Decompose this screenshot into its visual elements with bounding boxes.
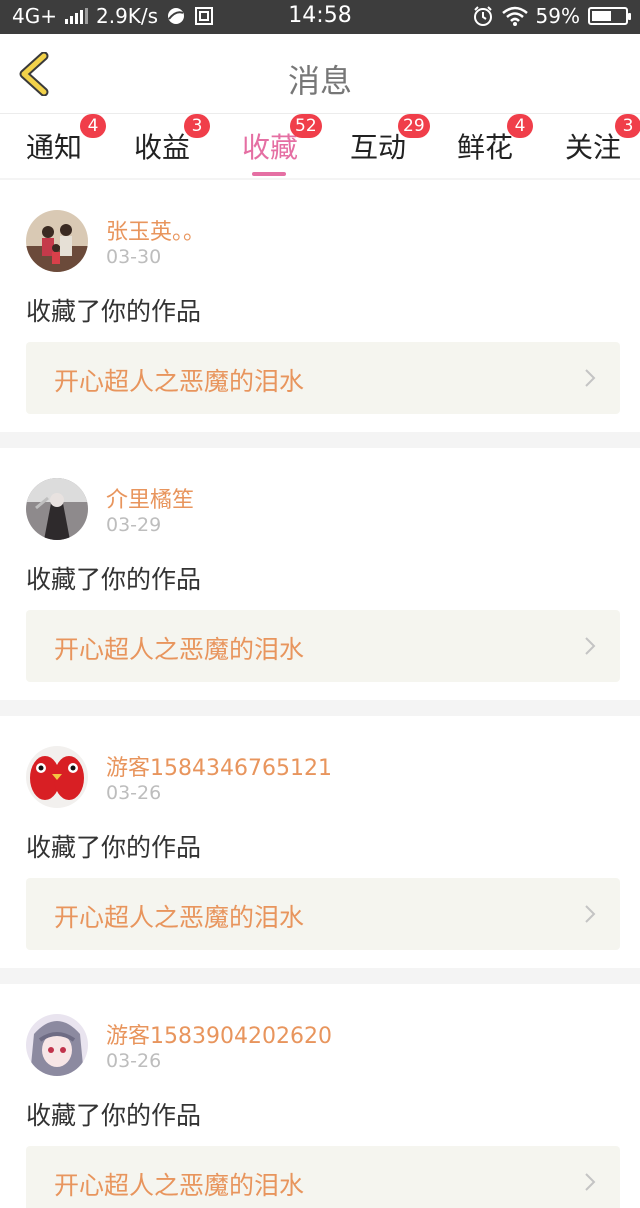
work-link[interactable]: 开心超人之恶魔的泪水	[26, 1146, 620, 1208]
battery-percent: 59%	[535, 4, 580, 28]
tab-badge: 29	[398, 114, 430, 138]
work-link[interactable]: 开心超人之恶魔的泪水	[26, 342, 620, 414]
tab-earnings[interactable]: 收益 3	[134, 114, 210, 178]
category-tabs: 通知 4 收益 3 收藏 52 互动 29 鲜花 4 关注 3	[0, 114, 640, 178]
username[interactable]: 游客1584346765121	[106, 750, 332, 782]
work-link[interactable]: 开心超人之恶魔的泪水	[26, 878, 620, 950]
nav-header: 消息	[0, 34, 640, 114]
tab-follows[interactable]: 关注 3	[565, 114, 640, 178]
avatar[interactable]	[26, 478, 88, 540]
status-right: 59%	[472, 4, 631, 28]
tab-label: 关注	[565, 131, 622, 164]
battery-fill	[592, 11, 611, 21]
chevron-right-icon	[585, 369, 596, 387]
active-tab-indicator	[252, 172, 286, 176]
work-link[interactable]: 开心超人之恶魔的泪水	[26, 610, 620, 682]
avatar[interactable]	[26, 210, 88, 272]
tab-badge: 52	[290, 114, 322, 138]
chevron-right-icon	[585, 637, 596, 655]
tab-flowers[interactable]: 鲜花 4	[457, 114, 533, 178]
username[interactable]: 介里橘笙	[106, 482, 194, 514]
tab-badge: 4	[80, 114, 106, 138]
chevron-right-icon	[585, 905, 596, 923]
wifi-icon	[501, 6, 528, 26]
tab-favorites[interactable]: 收藏 52	[242, 114, 322, 178]
tab-label: 互动	[350, 131, 407, 164]
status-bar: 4G+ 2.9K/s 14:58 59%	[0, 0, 640, 34]
message-date: 03-26	[106, 782, 162, 804]
tab-label: 鲜花	[457, 131, 514, 164]
message-card: 游客1583904202620 03-26 收藏了你的作品 开心超人之恶魔的泪水	[0, 984, 640, 1208]
message-date: 03-29	[106, 514, 162, 536]
tab-badge: 3	[615, 114, 640, 138]
tab-interactions[interactable]: 互动 29	[350, 114, 430, 178]
battery-icon	[588, 7, 631, 25]
message-date: 03-26	[106, 1050, 162, 1072]
tab-notifications[interactable]: 通知 4	[26, 114, 106, 178]
username[interactable]: 张玉英。。	[106, 214, 205, 246]
message-card: 游客1584346765121 03-26 收藏了你的作品 开心超人之恶魔的泪水	[0, 716, 640, 968]
message-card: 张玉英。。 03-30 收藏了你的作品 开心超人之恶魔的泪水	[0, 180, 640, 432]
avatar[interactable]	[26, 1014, 88, 1076]
username[interactable]: 游客1583904202620	[106, 1018, 332, 1050]
page-title: 消息	[287, 62, 352, 100]
tab-label: 收藏	[242, 131, 299, 164]
work-title: 开心超人之恶魔的泪水	[54, 1171, 305, 1200]
message-date: 03-30	[106, 246, 162, 268]
alarm-icon	[473, 6, 492, 26]
tab-badge: 3	[184, 114, 210, 138]
tab-label: 通知	[26, 131, 83, 164]
message-text: 收藏了你的作品	[26, 1101, 202, 1130]
tab-badge: 4	[507, 114, 533, 138]
message-text: 收藏了你的作品	[26, 833, 202, 862]
message-text: 收藏了你的作品	[26, 565, 202, 594]
work-title: 开心超人之恶魔的泪水	[54, 635, 305, 664]
work-title: 开心超人之恶魔的泪水	[54, 903, 305, 932]
message-card: 介里橘笙 03-29 收藏了你的作品 开心超人之恶魔的泪水	[0, 448, 640, 700]
work-title: 开心超人之恶魔的泪水	[54, 367, 305, 396]
chevron-right-icon	[585, 1173, 596, 1191]
tab-label: 收益	[134, 131, 191, 164]
avatar[interactable]	[26, 746, 88, 808]
message-text: 收藏了你的作品	[26, 297, 202, 326]
